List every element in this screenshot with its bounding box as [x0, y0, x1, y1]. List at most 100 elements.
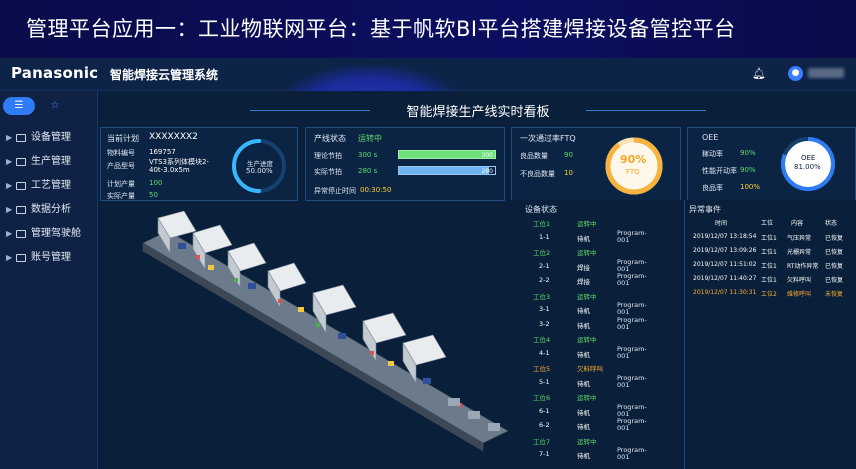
device-program: Program-001 [617, 301, 647, 316]
station-status: 运转中 [577, 220, 597, 228]
availability-label: 稼动率 [702, 150, 723, 158]
chevron-right-icon: ▶ [6, 133, 13, 142]
sidebar-item[interactable]: ▶ 工艺管理 [0, 175, 98, 197]
device-status: 待机 [577, 408, 590, 417]
event-panel-title: 异常事件 [689, 205, 721, 214]
line-status-label: 产线状态 [314, 134, 346, 143]
actual-takt-bar-label: 280 [481, 168, 493, 175]
device-id: 5-1 [539, 377, 550, 386]
bell-icon[interactable]: 🔔︎ [752, 67, 766, 80]
oee-gauge-value: 81.00% [794, 163, 821, 171]
plan-value: XXXXXXX2 [149, 132, 198, 142]
device-row[interactable]: 7-1 待机 Program-001 [511, 446, 681, 464]
event-station: 工位2 [761, 291, 777, 298]
event-content: 欠料呼叫 [787, 277, 812, 284]
product-model-value: VTS3系列体模块2-40t-3.0x5m [149, 158, 209, 174]
device-row[interactable]: 5-1 待机 Program-001 [511, 374, 681, 392]
progress-gauge-value: 50.00% [246, 167, 273, 175]
brand-logo: Panasonic [11, 64, 99, 82]
device-program: Program-001 [617, 344, 647, 360]
yield-value: 100% [740, 183, 761, 191]
bad-qty-label: 不良品数量 [520, 170, 555, 178]
event-header-station: 工位 [761, 220, 774, 227]
event-content: 光栅异常 [787, 249, 812, 256]
event-header-content: 内容 [791, 220, 804, 227]
sidebar-item-label: 账号管理 [31, 252, 71, 263]
event-row[interactable]: 2019/12/07 13:18:54 工位1 气压异常 已恢复 [685, 233, 856, 247]
device-id: 3-1 [539, 305, 550, 313]
equipment-status-panel: 设备状态 工位1 运转中 1-1 待机 Program-001 工位2 运转中 2-1 焊接 Pr… [511, 200, 681, 469]
user-avatar-icon[interactable]: ● [788, 66, 803, 81]
event-time: 2019/12/07 11:30:31 [693, 289, 757, 296]
performance-value: 90% [740, 166, 756, 174]
device-row[interactable]: 2-2 焊接 Program-001 [511, 272, 681, 290]
device-id: 2-2 [539, 276, 550, 284]
event-station: 工位1 [761, 235, 777, 242]
event-row[interactable]: 2019/12/07 11:30:31 工位2 维修呼叫 未恢复 [685, 289, 856, 303]
theory-takt-value: 300 s [358, 151, 378, 159]
sidebar-item[interactable]: ▶ 管理驾驶舱 [0, 223, 98, 245]
dashboard: 智能焊接生产线实时看板 当前计划 XXXXXXX2 物料编号 169757 产品… [100, 91, 856, 469]
device-status: 待机 [577, 350, 590, 359]
device-program: Program-001 [617, 446, 647, 461]
equipment-status-title: 设备状态 [525, 205, 557, 214]
plan-title: 当前计划 [107, 134, 139, 143]
good-qty-label: 良品数量 [520, 152, 548, 160]
device-program: Program-001 [617, 272, 647, 287]
event-time: 2019/12/07 11:51:02 [693, 261, 757, 268]
material-no-value: 169757 [149, 148, 176, 156]
list-icon[interactable]: ☰ [3, 97, 35, 115]
sidebar-item-label: 管理驾驶舱 [31, 228, 81, 239]
oee-gauge-label: OEE [801, 154, 816, 162]
sidebar-item[interactable]: ▶ 生产管理 [0, 151, 98, 173]
device-row[interactable]: 4-1 待机 Program-001 [511, 344, 681, 363]
device-row[interactable]: 1-1 待机 Program-001 [511, 228, 681, 247]
top-bar: Panasonic 智能焊接云管理系统 🔔︎ ● [0, 58, 856, 126]
bad-qty-value: 10 [564, 169, 573, 177]
theory-takt-bar: 300 [398, 150, 496, 159]
user-name-blurred[interactable] [808, 68, 844, 78]
device-row[interactable]: 3-2 待机 Program-001 [511, 316, 681, 334]
plan-qty-label: 计划产量 [107, 180, 135, 188]
event-row[interactable]: 2019/12/07 13:09:26 工位1 光栅异常 已恢复 [685, 247, 856, 261]
device-status: 焊接 [577, 263, 590, 272]
sidebar-item-label: 生产管理 [31, 156, 71, 167]
device-status: 待机 [577, 452, 590, 460]
station-name: 工位2 [533, 249, 551, 257]
event-content: RT动作异常 [787, 263, 819, 270]
actual-qty-value: 50 [149, 191, 158, 199]
actual-takt-label: 实际节拍 [314, 168, 342, 176]
production-line-3d-illustration [142, 210, 509, 452]
event-state: 已恢复 [825, 263, 844, 270]
device-program: Program-001 [617, 228, 647, 244]
star-icon[interactable]: ☆ [39, 97, 71, 115]
event-station: 工位1 [761, 277, 777, 284]
event-header-time: 时间 [715, 220, 728, 227]
device-id: 4-1 [539, 348, 550, 357]
stop-time-label: 异常停止时间 [314, 187, 356, 195]
folder-icon [16, 254, 26, 262]
event-row[interactable]: 2019/12/07 11:51:02 工位1 RT动作异常 已恢复 [685, 261, 856, 275]
ftq-gauge-value: 90% [620, 153, 647, 166]
event-time: 2019/12/07 13:09:26 [693, 247, 757, 254]
event-content: 维修呼叫 [787, 291, 812, 298]
device-row[interactable]: 6-2 待机 Program-001 [511, 417, 681, 435]
line-status-card: 产线状态 运转中 理论节拍 300 s 300 实际节拍 280 s 280 异… [305, 127, 505, 201]
station-status: 运转中 [577, 336, 597, 344]
theory-takt-bar-label: 300 [481, 152, 493, 159]
sidebar-item-label: 数据分析 [31, 204, 71, 215]
ftq-gauge-label: FTQ [626, 168, 640, 176]
event-panel: 异常事件 时间 工位 内容 状态 2019/12/07 13:18:54 工位1 气… [684, 200, 856, 469]
chevron-right-icon: ▶ [6, 205, 13, 214]
device-id: 6-2 [539, 421, 550, 429]
event-station: 工位1 [761, 263, 777, 270]
sidebar-item[interactable]: ▶ 账号管理 [0, 247, 98, 269]
device-program: Program-001 [617, 257, 647, 273]
event-state: 已恢复 [825, 277, 844, 284]
device-id: 1-1 [539, 232, 550, 241]
event-row[interactable]: 2019/12/07 11:40:27 工位1 欠料呼叫 已恢复 [685, 275, 856, 289]
folder-icon [16, 158, 26, 166]
sidebar-item[interactable]: ▶ 设备管理 [0, 127, 98, 149]
device-program: Program-001 [617, 417, 647, 432]
sidebar-item[interactable]: ▶ 数据分析 [0, 199, 98, 221]
